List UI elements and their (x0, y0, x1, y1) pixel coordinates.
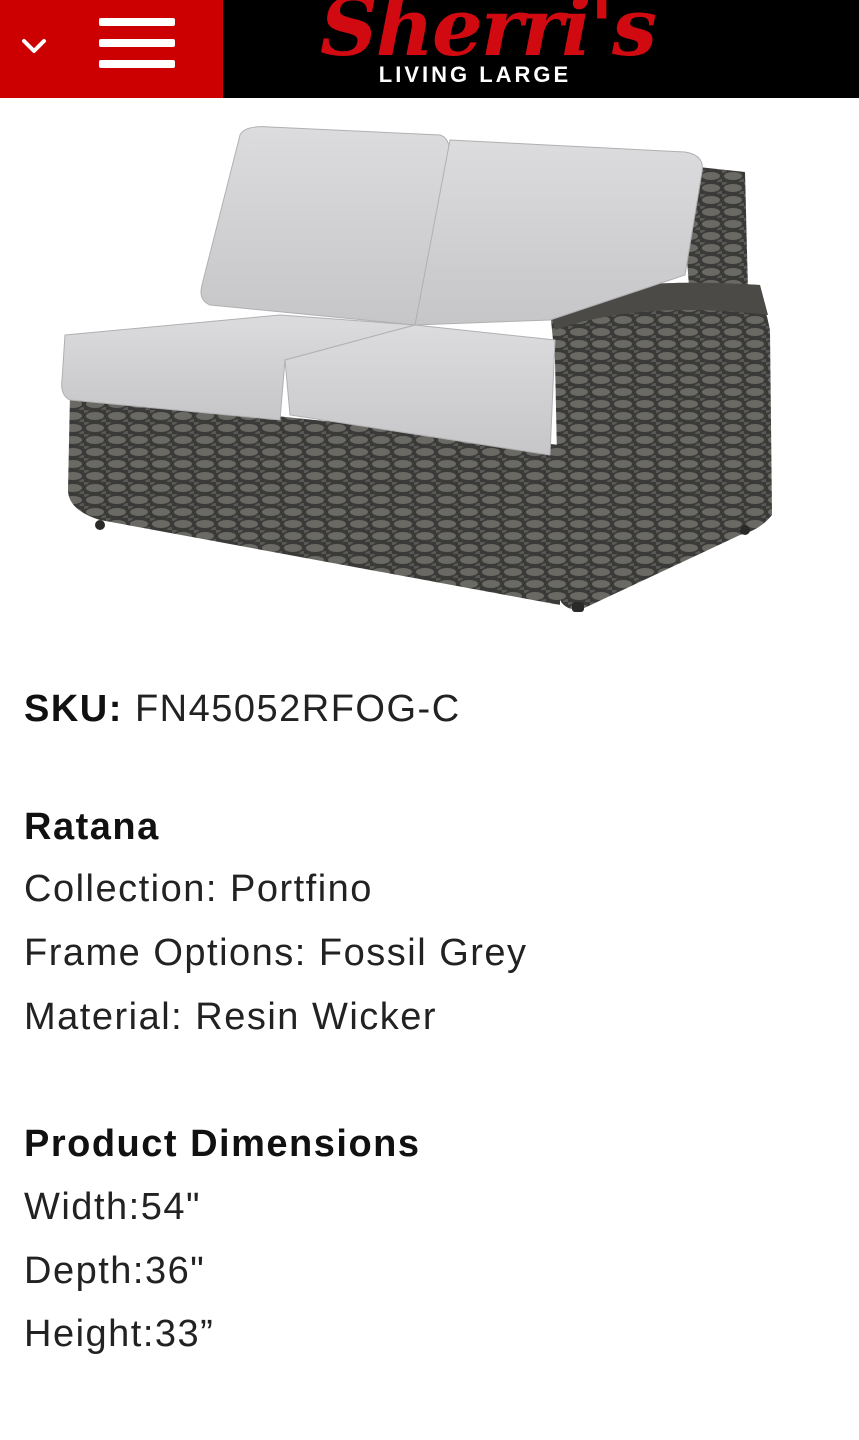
collection-text: Collection: Portfino (24, 868, 373, 910)
chevron-down-icon[interactable] (18, 30, 50, 62)
depth-text: Depth:36" (24, 1250, 206, 1292)
sku-line: SKU: FN45052RFOG-C (24, 688, 461, 731)
sku-value: FN45052RFOG-C (134, 688, 461, 730)
header-menu-area (0, 0, 223, 98)
product-brand: Ratana (24, 806, 160, 848)
width-text: Width:54" (24, 1186, 201, 1228)
site-logo[interactable]: Sherri's LIVING LARGE (320, 0, 657, 98)
logo-tagline: LIVING LARGE (378, 62, 572, 87)
sku-label: SKU: (24, 688, 123, 730)
product-image (40, 110, 800, 630)
frame-options-text: Frame Options: Fossil Grey (24, 932, 528, 974)
hamburger-menu-icon[interactable] (99, 18, 175, 68)
material-text: Material: Resin Wicker (24, 996, 438, 1038)
dimensions-heading: Product Dimensions (24, 1123, 421, 1165)
height-text: Height:33” (24, 1313, 215, 1355)
site-header: Sherri's LIVING LARGE (0, 0, 859, 98)
